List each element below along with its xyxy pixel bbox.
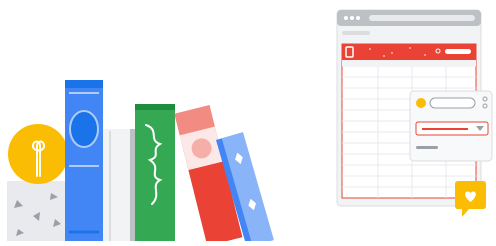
- window-dot: [344, 16, 348, 20]
- browser-window: [336, 9, 493, 217]
- book-green: [135, 104, 175, 241]
- book-blue: [65, 80, 103, 241]
- popup-card: [409, 90, 493, 162]
- lightbulb-icon: [8, 124, 68, 184]
- window-dot: [350, 16, 354, 20]
- address-bar: [369, 15, 475, 21]
- book-blue-emblem: [69, 110, 99, 148]
- illustration: [0, 0, 496, 246]
- book-shelf: [65, 80, 274, 246]
- books-and-browser-illustration: [7, 9, 493, 246]
- book-light-gray: [103, 129, 136, 241]
- window-dot: [356, 16, 360, 20]
- popup-text-field: [429, 97, 476, 109]
- chat-bubble: [455, 181, 486, 217]
- desk-lamp: [7, 124, 69, 241]
- toggle-dot: [416, 98, 426, 108]
- lamp-base: [7, 181, 69, 241]
